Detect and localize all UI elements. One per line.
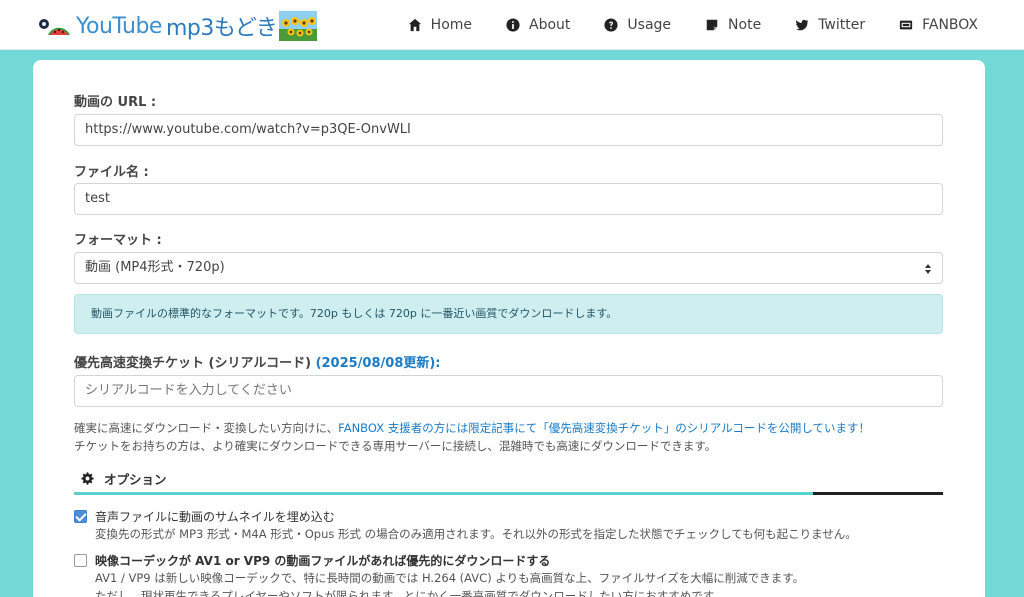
prefer-av1-vp9-desc-2: ただし、現状再生できるプレイヤーやソフトが限られます。とにかく一番高画質でダウン… — [95, 589, 725, 597]
nav-note[interactable]: Note — [705, 17, 761, 33]
nav-twitter-label: Twitter — [818, 17, 866, 33]
prefer-av1-vp9-desc-1: AV1 / VP9 は新しい映像コーデックで、特に長時間の動画では H.264 … — [95, 571, 805, 585]
brand-mp3-text: mp3もどき — [165, 16, 278, 41]
nav-home-label: Home — [430, 17, 473, 33]
question-icon — [604, 18, 618, 32]
embed-thumbnail-checkbox[interactable] — [74, 510, 87, 523]
filename-label: ファイル名 : — [74, 165, 149, 180]
ticket-update-date: (2025/08/08更新): — [315, 356, 441, 371]
nav-usage[interactable]: Usage — [604, 17, 671, 33]
ticket-label: 優先高速変換チケット (シリアルコード) (2025/08/08更新): — [74, 352, 441, 371]
options-title: オプション — [104, 471, 167, 487]
gear-icon — [81, 471, 94, 485]
url-label: 動画の URL : — [74, 95, 157, 110]
brand-youtube-text: YouTube — [76, 13, 162, 39]
fanbox-icon — [899, 20, 913, 30]
prefer-av1-vp9-label[interactable]: 映像コーデックが AV1 or VP9 の動画ファイルがあれば優先的にダウンロー… — [95, 552, 550, 569]
format-select[interactable]: 動画 (MP4形式・720p) — [74, 252, 943, 284]
fanbox-note-line2: チケットをお持ちの方は、より確実にダウンロードできる専用サーバーに接続し、混雑時… — [74, 439, 717, 453]
nav-about-label: About — [529, 17, 571, 33]
format-info-box: 動画ファイルの標準的なフォーマットです。720p もしくは 720p に一番近い… — [74, 294, 943, 334]
info-icon — [506, 18, 520, 32]
prefer-av1-vp9-checkbox[interactable] — [74, 554, 87, 567]
fanbox-note-text: 確実に高速にダウンロード・変換したい方向けに、 — [74, 421, 339, 435]
format-select-value: 動画 (MP4形式・720p) — [85, 260, 225, 275]
navbar: YouTube mp3もどき Home About Usage Note Twi… — [0, 0, 1024, 50]
select-arrows-icon — [925, 264, 931, 274]
serial-code-input[interactable]: シリアルコードを入力してください — [74, 375, 943, 407]
brand-logo[interactable]: YouTube mp3もどき — [36, 8, 318, 44]
sunflower-logo-icon — [279, 11, 318, 41]
nav-about[interactable]: About — [506, 17, 570, 33]
fanbox-note-link[interactable]: FANBOX 支援者の方には限定記事にて「優先高速変換チケット」のシリアルコード… — [338, 421, 870, 435]
nav-twitter[interactable]: Twitter — [795, 17, 865, 33]
ticket-label-text: 優先高速変換チケット (シリアルコード) — [74, 356, 312, 371]
note-icon — [706, 19, 718, 31]
embed-thumbnail-desc: 変換先の形式が MP3 形式・M4A 形式・Opus 形式 の場合のみ適用されま… — [95, 527, 857, 541]
converter-card: 動画の URL : https://www.youtube.com/watch?… — [33, 60, 985, 597]
nav-fanbox-label: FANBOX — [922, 17, 978, 33]
options-progress-bar — [74, 492, 813, 495]
nav-usage-label: Usage — [627, 17, 672, 33]
twitter-icon — [796, 19, 809, 31]
format-label: フォーマット : — [74, 233, 162, 248]
options-header: オプション — [81, 469, 167, 487]
filename-input[interactable]: test — [74, 183, 943, 215]
nav-links: Home About Usage Note Twitter FANBOX — [374, 0, 978, 50]
options-divider — [74, 492, 943, 495]
embed-thumbnail-label[interactable]: 音声ファイルに動画のサムネイルを埋め込む — [95, 508, 335, 525]
nav-home[interactable]: Home — [408, 17, 472, 33]
nav-note-label: Note — [728, 17, 762, 33]
watermelon-logo-icon — [39, 19, 70, 35]
fanbox-note: 確実に高速にダウンロード・変換したい方向けに、FANBOX 支援者の方には限定記… — [74, 419, 954, 455]
home-icon — [408, 18, 421, 32]
url-input[interactable]: https://www.youtube.com/watch?v=p3QE-Onv… — [74, 114, 943, 146]
fanbox-note-line1: 確実に高速にダウンロード・変換したい方向けに、FANBOX 支援者の方には限定記… — [74, 419, 954, 437]
nav-fanbox[interactable]: FANBOX — [899, 17, 978, 33]
